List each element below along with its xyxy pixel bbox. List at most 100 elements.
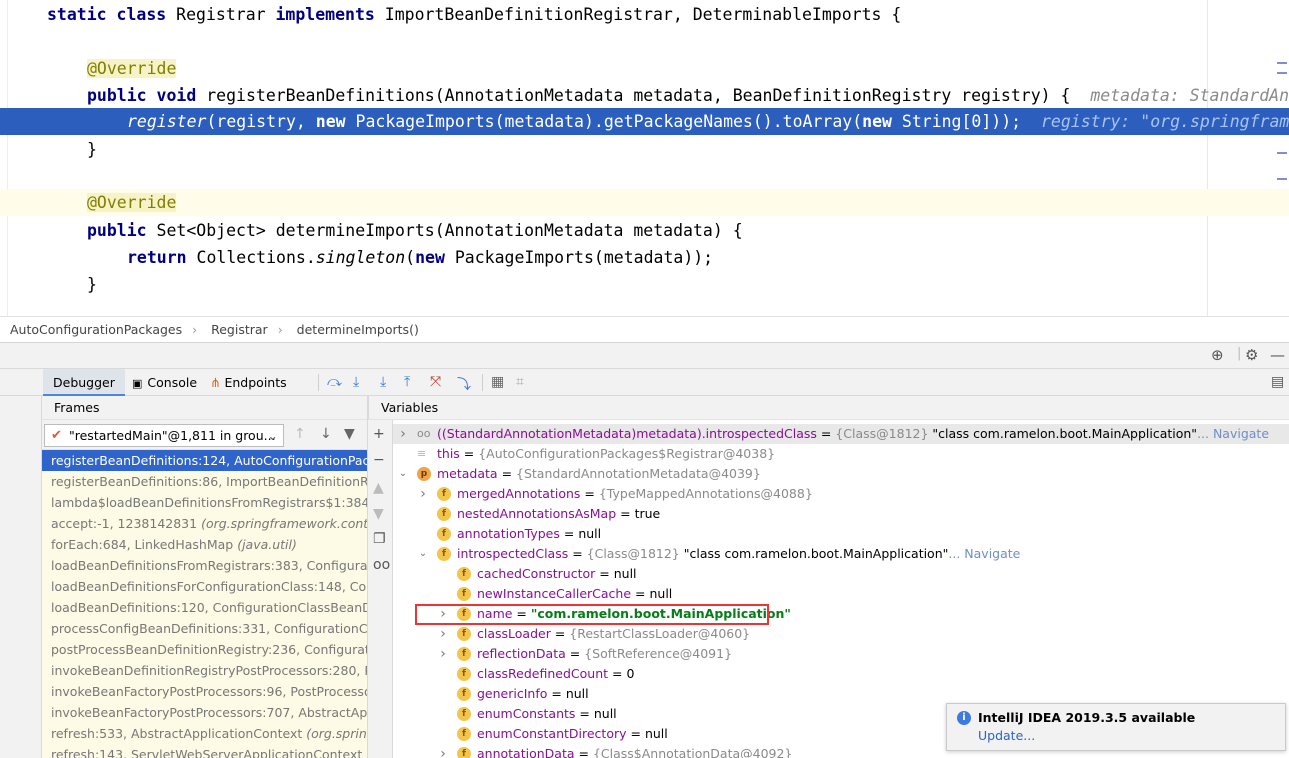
toolbar-divider	[482, 374, 483, 391]
variable-row[interactable]: f newInstanceCallerCache = null	[393, 584, 1289, 604]
frame-label: registerBeanDefinitions:124, AutoConfigu…	[51, 453, 367, 468]
chevron-right-icon[interactable]: ›	[437, 644, 449, 664]
variable-row[interactable]: f annotationTypes = null	[393, 524, 1289, 544]
chevron-right-icon[interactable]: ›	[437, 744, 449, 758]
object-icon: ≡	[417, 447, 427, 460]
variable-text: newInstanceCallerCache = null	[477, 584, 672, 604]
frame-item[interactable]: lambda$loadBeanDefinitionsFromRegistrars…	[42, 492, 367, 513]
step-into-icon[interactable]: ⤓	[380, 374, 386, 390]
frame-label: refresh:533, AbstractApplicationContext	[51, 726, 307, 741]
frame-package: (org.springframework.context.support)	[306, 726, 367, 741]
tab-console[interactable]: ▣ Console	[122, 369, 207, 396]
chevron-down-icon: ⌄	[267, 428, 278, 443]
frame-item[interactable]: loadBeanDefinitionsForConfigurationClass…	[42, 576, 367, 597]
frame-item[interactable]: accept:-1, 1238142831 (org.springframewo…	[42, 513, 367, 534]
gear-icon[interactable]: ⚙	[1245, 346, 1258, 364]
copy-icon[interactable]: ❐	[373, 531, 386, 547]
show-execution-point-icon[interactable]: ⤼	[327, 374, 342, 390]
minimize-icon[interactable]: —	[1270, 346, 1285, 364]
frame-item[interactable]: invokeBeanDefinitionRegistryPostProcesso…	[42, 660, 367, 681]
evaluate-expression-icon[interactable]: ▦	[491, 374, 504, 390]
force-step-into-icon[interactable]: ⤒	[404, 374, 410, 390]
frame-item[interactable]: registerBeanDefinitions:86, ImportBeanDe…	[42, 471, 367, 492]
code-editor[interactable]: static class Registrar implements Import…	[0, 0, 1289, 316]
chevron-down-icon[interactable]: ⌄	[397, 464, 409, 484]
breadcrumb: AutoConfigurationPackages › Registrar › de…	[0, 316, 1289, 342]
frame-item[interactable]: invokeBeanFactoryPostProcessors:96, Post…	[42, 681, 367, 702]
update-link[interactable]: Update...	[978, 728, 1035, 743]
move-down-icon[interactable]: ▼	[373, 506, 384, 522]
layout-icon[interactable]: ▤	[1271, 374, 1284, 390]
field-icon: f	[437, 547, 451, 561]
thread-toolbar: ✔ "restartedMain"@1,811 in grou... ⌄ ↑ ↓…	[42, 420, 367, 450]
variable-row[interactable]: › oo ((StandardAnnotationMetadata)metadata…	[393, 424, 1289, 444]
variable-name: mergedAnnotations	[457, 486, 581, 501]
variable-val: "class com.ramelon.boot.MainApplication"	[679, 546, 949, 561]
variable-row[interactable]: › f mergedAnnotations = {TypeMappedAnnotat…	[393, 484, 1289, 504]
frame-item[interactable]: loadBeanDefinitions:120, ConfigurationCl…	[42, 597, 367, 618]
variable-text: classLoader = {RestartClassLoader@4060}	[477, 624, 750, 644]
scroll-marker[interactable]	[1277, 152, 1287, 154]
debug-tab-bar: Debugger ▣ Console ⋔ Endpoints ⤼ ⤓ ⤓ ⤒ ⤧ ⤵…	[0, 368, 1289, 396]
variable-nav[interactable]: ... Navigate	[948, 546, 1020, 561]
variable-row[interactable]: f classRedefinedCount = 0	[393, 664, 1289, 684]
frame-item[interactable]: refresh:533, AbstractApplicationContext …	[42, 723, 367, 744]
variable-val: "class com.ramelon.boot.MainApplication"	[928, 426, 1198, 441]
update-notification: i IntelliJ IDEA 2019.3.5 available Updat…	[946, 703, 1286, 751]
breadcrumb-item[interactable]: determineImports()	[297, 322, 419, 337]
plus-icon[interactable]: +	[373, 426, 385, 442]
frame-item[interactable]: forEach:684, LinkedHashMap (java.util)	[42, 534, 367, 555]
scroll-marker[interactable]	[1277, 72, 1287, 74]
thread-select[interactable]: ✔ "restartedMain"@1,811 in grou... ⌄	[44, 424, 284, 447]
variable-text: genericInfo = null	[477, 684, 589, 704]
frame-item[interactable]: postProcessBeanDefinitionRegistry:236, C…	[42, 639, 367, 660]
chevron-right-icon: ›	[192, 322, 198, 337]
tab-label: Console	[147, 375, 198, 390]
variable-eq: =	[608, 666, 627, 681]
frame-label: accept:-1, 1238142831	[51, 516, 202, 531]
scroll-marker[interactable]	[1277, 62, 1287, 64]
breadcrumb-item[interactable]: Registrar	[211, 322, 268, 337]
tab-endpoints[interactable]: ⋔ Endpoints	[200, 369, 297, 396]
variable-row[interactable]: › f classLoader = {RestartClassLoader@4060…	[393, 624, 1289, 644]
variable-eq: =	[631, 586, 650, 601]
tab-label: Endpoints	[224, 375, 287, 390]
variables-title: Variables	[368, 396, 1289, 420]
variable-row[interactable]: ⌄ p metadata = {StandardAnnotationMetadata…	[393, 464, 1289, 484]
variable-type: {Class$AnnotationData@4092}	[592, 746, 793, 758]
chevron-down-icon[interactable]: ⌄	[417, 544, 429, 564]
chevron-right-icon[interactable]: ›	[417, 484, 429, 504]
arrow-up-icon[interactable]: ↑	[294, 426, 306, 442]
frame-item[interactable]: invokeBeanFactoryPostProcessors:707, Abs…	[42, 702, 367, 723]
chevron-right-icon[interactable]: ›	[437, 624, 449, 644]
variable-val: null	[565, 686, 589, 701]
minus-icon[interactable]: −	[373, 452, 385, 468]
toolbar-divider	[318, 374, 319, 391]
variable-row[interactable]: f nestedAnnotationsAsMap = true	[393, 504, 1289, 524]
variable-row[interactable]: ≡ this = {AutoConfigurationPackages$Regis…	[393, 444, 1289, 464]
move-up-icon[interactable]: ▲	[373, 480, 384, 496]
target-icon[interactable]: ⊕	[1211, 346, 1224, 364]
variable-row[interactable]: ⌄ f introspectedClass = {Class@1812} "clas…	[393, 544, 1289, 564]
drop-frame-icon[interactable]: ⤧	[430, 374, 441, 390]
frame-item[interactable]: refresh:143, ServletWebServerApplication…	[42, 744, 367, 758]
watches-icon[interactable]: oo	[373, 557, 390, 573]
trace-icon[interactable]: ⌗	[516, 374, 524, 390]
variable-nav[interactable]: ... Navigate	[1197, 426, 1269, 441]
frame-item[interactable]: loadBeanDefinitionsFromRegistrars:383, C…	[42, 555, 367, 576]
variable-eq: =	[559, 526, 579, 541]
filter-icon[interactable]: ▼	[344, 426, 355, 442]
variable-row[interactable]: f genericInfo = null	[393, 684, 1289, 704]
frame-item[interactable]: processConfigBeanDefinitions:331, Config…	[42, 618, 367, 639]
breadcrumb-item[interactable]: AutoConfigurationPackages	[10, 322, 182, 337]
tab-debugger[interactable]: Debugger	[43, 369, 125, 396]
frame-label: postProcessBeanDefinitionRegistry:236, C…	[51, 642, 367, 657]
scroll-marker[interactable]	[1277, 178, 1287, 180]
arrow-down-icon[interactable]: ↓	[320, 426, 332, 442]
step-over-icon[interactable]: ⤓	[353, 374, 359, 390]
variable-row[interactable]: f cachedConstructor = null	[393, 564, 1289, 584]
chevron-right-icon[interactable]: ›	[397, 424, 409, 444]
frame-item[interactable]: registerBeanDefinitions:124, AutoConfigu…	[42, 450, 367, 471]
variable-row[interactable]: › f reflectionData = {SoftReference@4091}	[393, 644, 1289, 664]
run-to-cursor-icon[interactable]: ⤵	[457, 374, 471, 394]
